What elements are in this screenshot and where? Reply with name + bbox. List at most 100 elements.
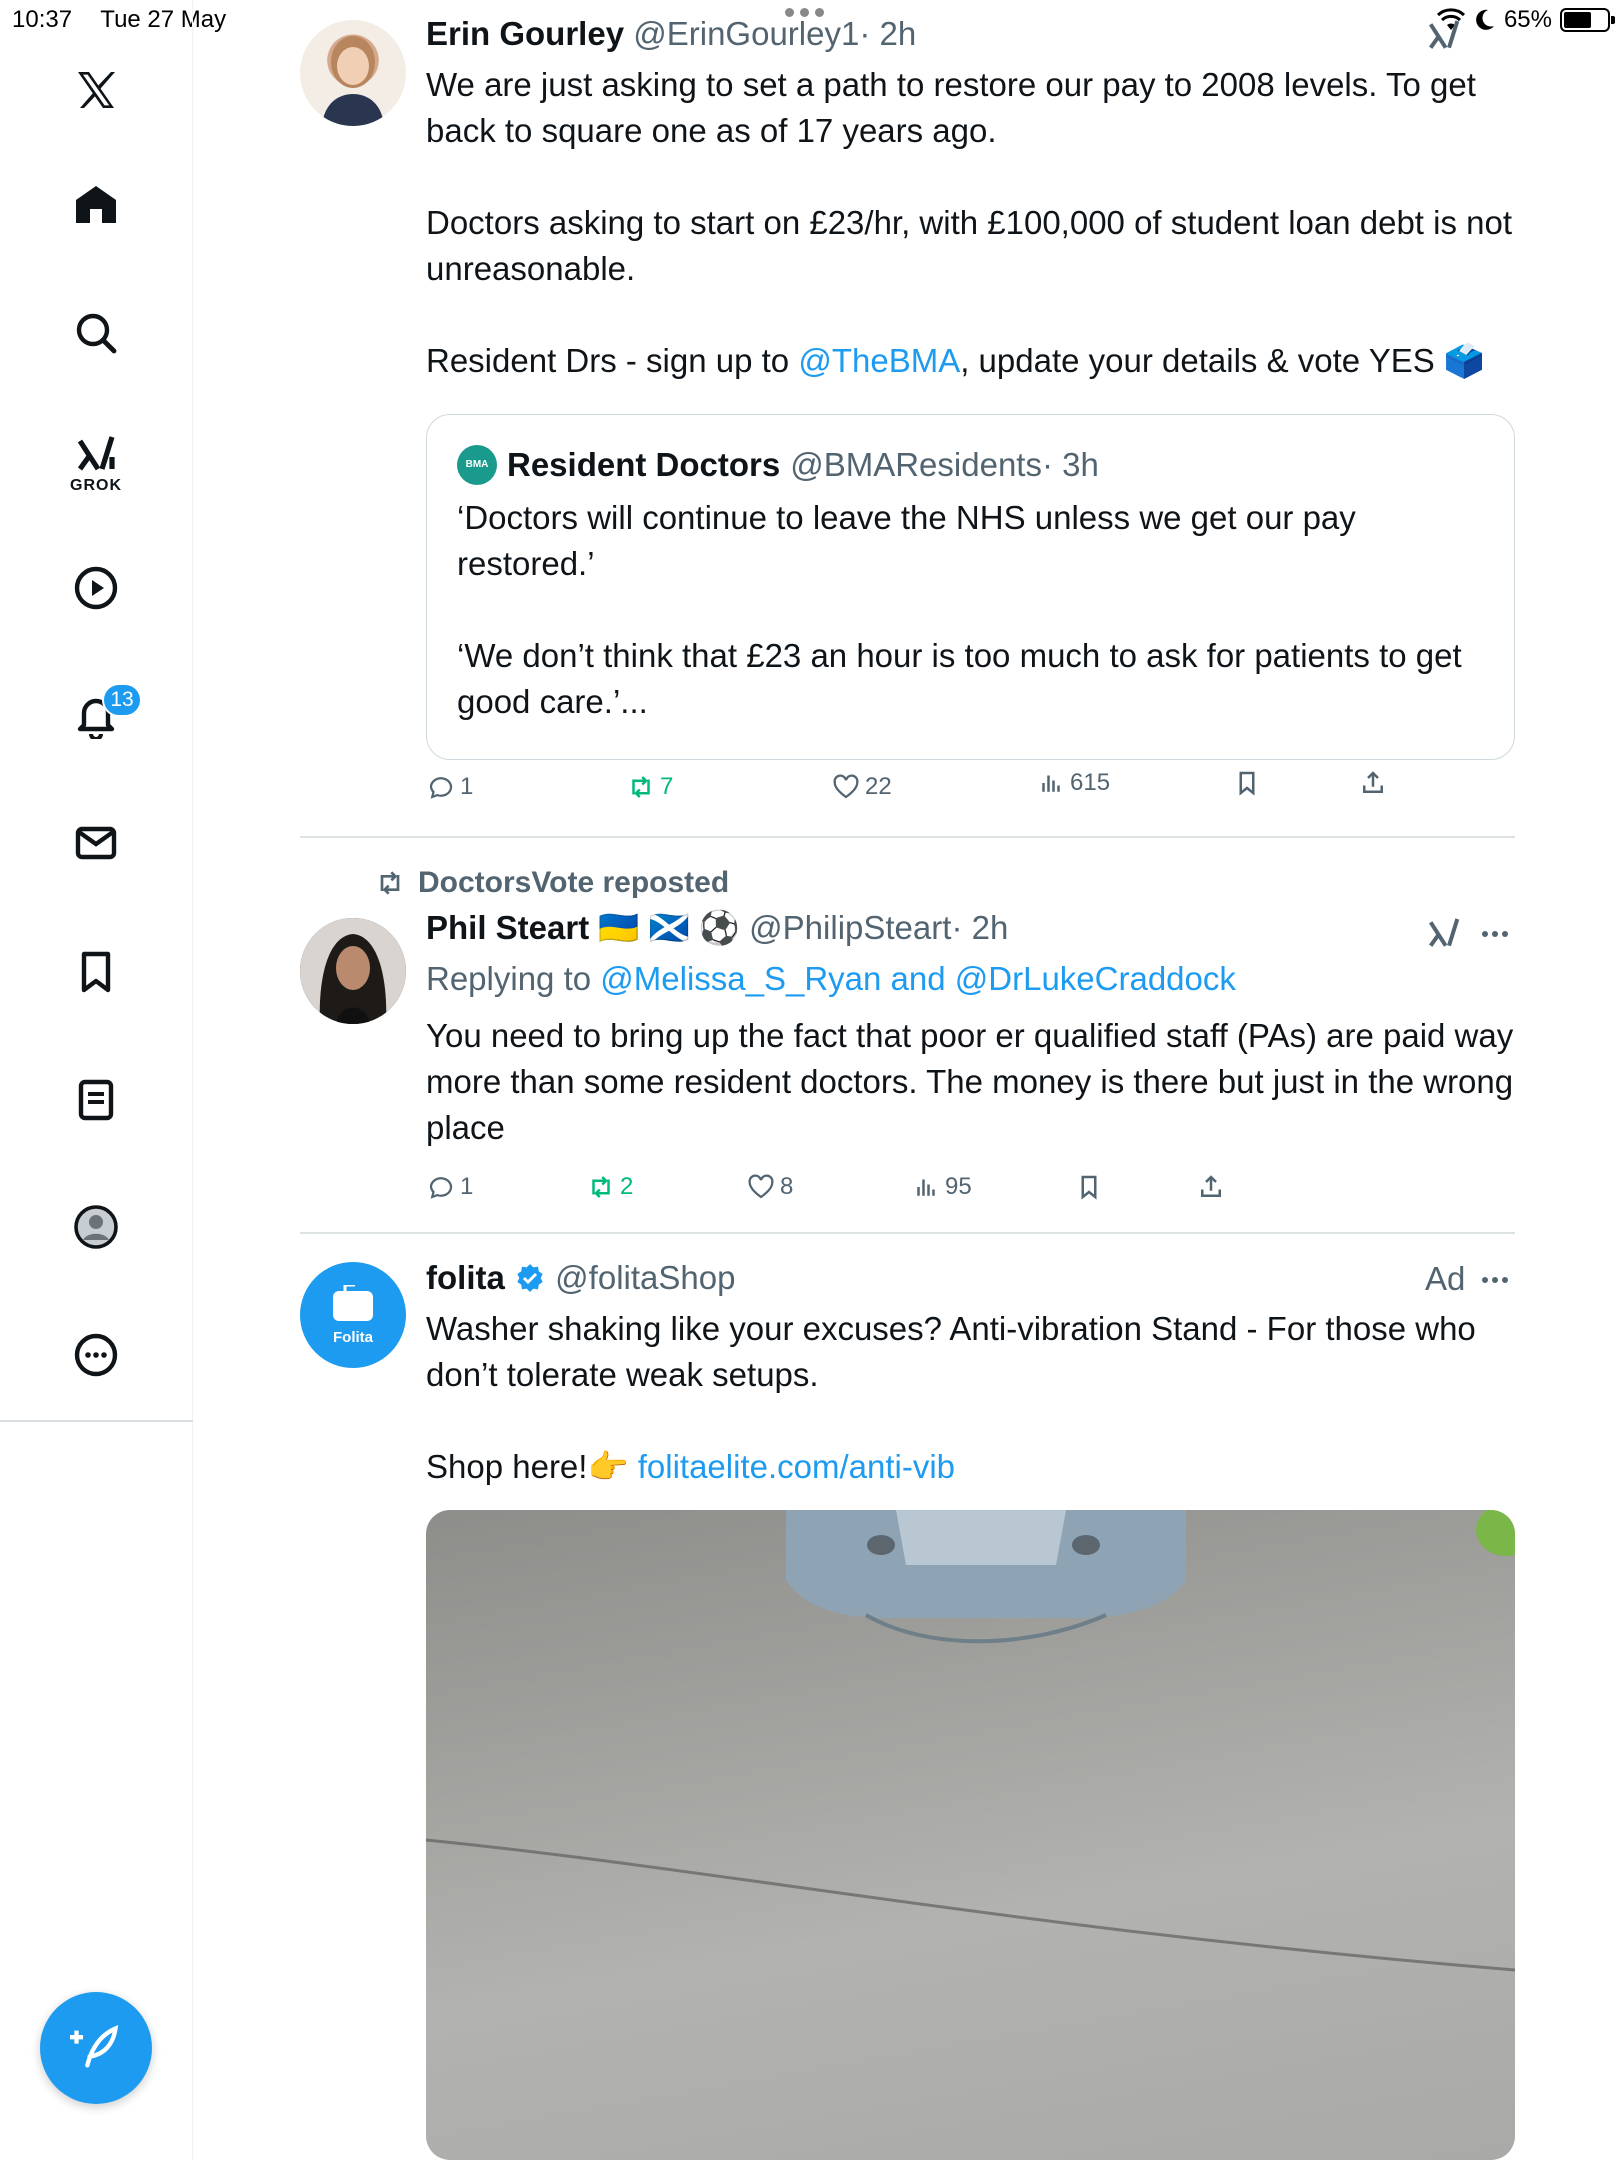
share-button[interactable] [1358,768,1388,798]
repost-icon [632,776,650,798]
tweet-text: Washer shaking like your excuses? Anti-v… [426,1306,1515,1490]
share-icon [1363,771,1383,793]
avatar-text: Folita [333,1328,373,1346]
play-icon [74,566,118,610]
sidebar-item-profile[interactable] [56,1187,136,1267]
x-logo-icon [78,72,115,108]
share-button[interactable] [1196,1172,1226,1202]
share-icon [1201,1175,1221,1197]
sidebar-item-notifications[interactable]: 13 [56,675,142,755]
tweet-divider [300,1232,1515,1234]
ad-media-video[interactable] [426,1510,1515,2160]
washer-icon [333,1284,373,1321]
avatar[interactable]: Folita [300,1262,406,1368]
repost-label: DoctorsVote reposted [418,866,730,899]
tweet-paragraph: Doctors asking to start on £23/hr, with … [426,204,1513,287]
repost-button[interactable]: 2 [586,1172,633,1202]
ad-label: Ad [1425,1260,1466,1297]
quote-author-name: Resident Doctors [507,446,781,483]
tweet-time[interactable]: · 2h [859,15,916,52]
repost-button[interactable]: 7 [626,772,673,802]
repost-context[interactable]: DoctorsVote reposted [374,866,729,900]
author-name[interactable]: folita [426,1259,505,1296]
x-logo[interactable] [56,50,136,130]
compose-icon [70,2024,119,2068]
repost-icon [592,1176,610,1198]
quoted-tweet[interactable]: BMA Resident Doctors @BMAResidents· 3h ‘… [426,414,1515,760]
tweet-header: Erin Gourley @ErinGourley1· 2h [426,12,1515,56]
avatar[interactable] [300,918,406,1024]
home-icon [76,186,116,223]
views-icon [917,1179,935,1196]
bookmark-icon [81,951,111,993]
tweet-paragraph: Resident Drs - sign up to @TheBMA, updat… [426,342,1485,379]
tweet-paragraph: We are just asking to set a path to rest… [426,66,1476,149]
sidebar-item-bookmarks[interactable] [56,932,136,1012]
list-icon [78,1079,114,1121]
like-button[interactable]: 22 [831,772,892,802]
bma-avatar: BMA [457,445,497,485]
sidebar-divider [0,1420,193,1422]
tweet-paragraph: Washer shaking like your excuses? Anti-v… [426,1310,1476,1393]
views-button[interactable]: 615 [1036,768,1110,798]
reply-icon [429,777,453,799]
bookmark-button[interactable] [1232,768,1262,798]
notification-badge: 13 [102,683,142,717]
more-icon [74,1333,118,1377]
tweet-actions: 1 7 22 615 [426,769,1446,812]
views-button[interactable]: 95 [911,1172,972,1202]
more-options-icon[interactable] [1482,1277,1508,1283]
tweet-time[interactable]: · 2h [951,909,1008,946]
tweet-text: You need to bring up the fact that poor … [426,1017,1514,1146]
bookmark-button[interactable] [1074,1172,1104,1202]
more-options-icon[interactable] [1482,931,1508,937]
sidebar-item-messages[interactable] [56,803,136,883]
heart-icon [833,774,859,799]
author-handle[interactable]: @folitaShop [555,1259,735,1296]
sidebar-item-more[interactable] [56,1315,136,1395]
quote-text: ‘Doctors will continue to leave the NHS … [457,499,1462,720]
replying-to-links[interactable]: @Melissa_S_Ryan and @DrLukeCraddock [600,960,1236,997]
battery-icon [1560,8,1615,32]
ad-link[interactable]: folitaelite.com/anti-vib [638,1448,955,1485]
reply-button[interactable]: 1 [426,1172,473,1202]
grok-icon[interactable] [1424,16,1464,56]
sidebar-item-home[interactable] [56,165,136,245]
tweet-text: We are just asking to set a path to rest… [426,62,1515,384]
sidebar-item-lists[interactable] [56,1060,136,1140]
grok-icon [77,436,115,471]
mail-icon [75,826,117,860]
grok-label: GROK [70,477,122,494]
like-button[interactable]: 8 [746,1172,793,1202]
mention-link[interactable]: @TheBMA [798,342,960,379]
tweet-paragraph: Shop here!👉 folitaelite.com/anti-vib [426,1448,956,1485]
verified-badge-icon [517,1264,543,1292]
tweet-header: folita @folitaShop [426,1256,1515,1300]
replying-to: Replying to @Melissa_S_Ryan and @DrLukeC… [426,960,1236,997]
sidebar-item-search[interactable] [56,293,136,373]
heart-icon [748,1174,774,1199]
author-handle[interactable]: @ErinGourley1 [633,15,859,52]
washer-stand-image [426,1510,1515,1972]
sidebar-item-videos[interactable] [56,548,136,628]
reply-icon [429,1177,453,1199]
avatar[interactable] [300,20,406,126]
bookmark-icon [1239,771,1255,796]
repost-icon [380,871,400,895]
sidebar: GROK 13 [0,0,193,2160]
bookmark-icon [1081,1175,1097,1200]
search-icon [76,313,117,354]
views-icon [1042,775,1060,792]
author-handle[interactable]: @PhilipSteart [749,909,951,946]
grok-icon[interactable] [1424,914,1464,954]
quote-header: BMA Resident Doctors @BMAResidents· 3h [457,443,1484,487]
tweet-actions: 1 2 8 95 [426,1172,1446,1212]
author-name[interactable]: Phil Steart [426,909,589,946]
tweet-header: Phil Steart 🇺🇦 🏴󠁧󠁢󠁳󠁣󠁴󠁿 ⚽ @PhilipSteart· … [426,906,1515,950]
author-name[interactable]: Erin Gourley [426,15,624,52]
sidebar-item-grok[interactable]: GROK [56,418,136,508]
flags: 🇺🇦 🏴󠁧󠁢󠁳󠁣󠁴󠁿 ⚽ [598,909,740,946]
reply-button[interactable]: 1 [426,772,473,802]
compose-button[interactable] [40,1992,152,2104]
profile-icon [74,1205,118,1249]
